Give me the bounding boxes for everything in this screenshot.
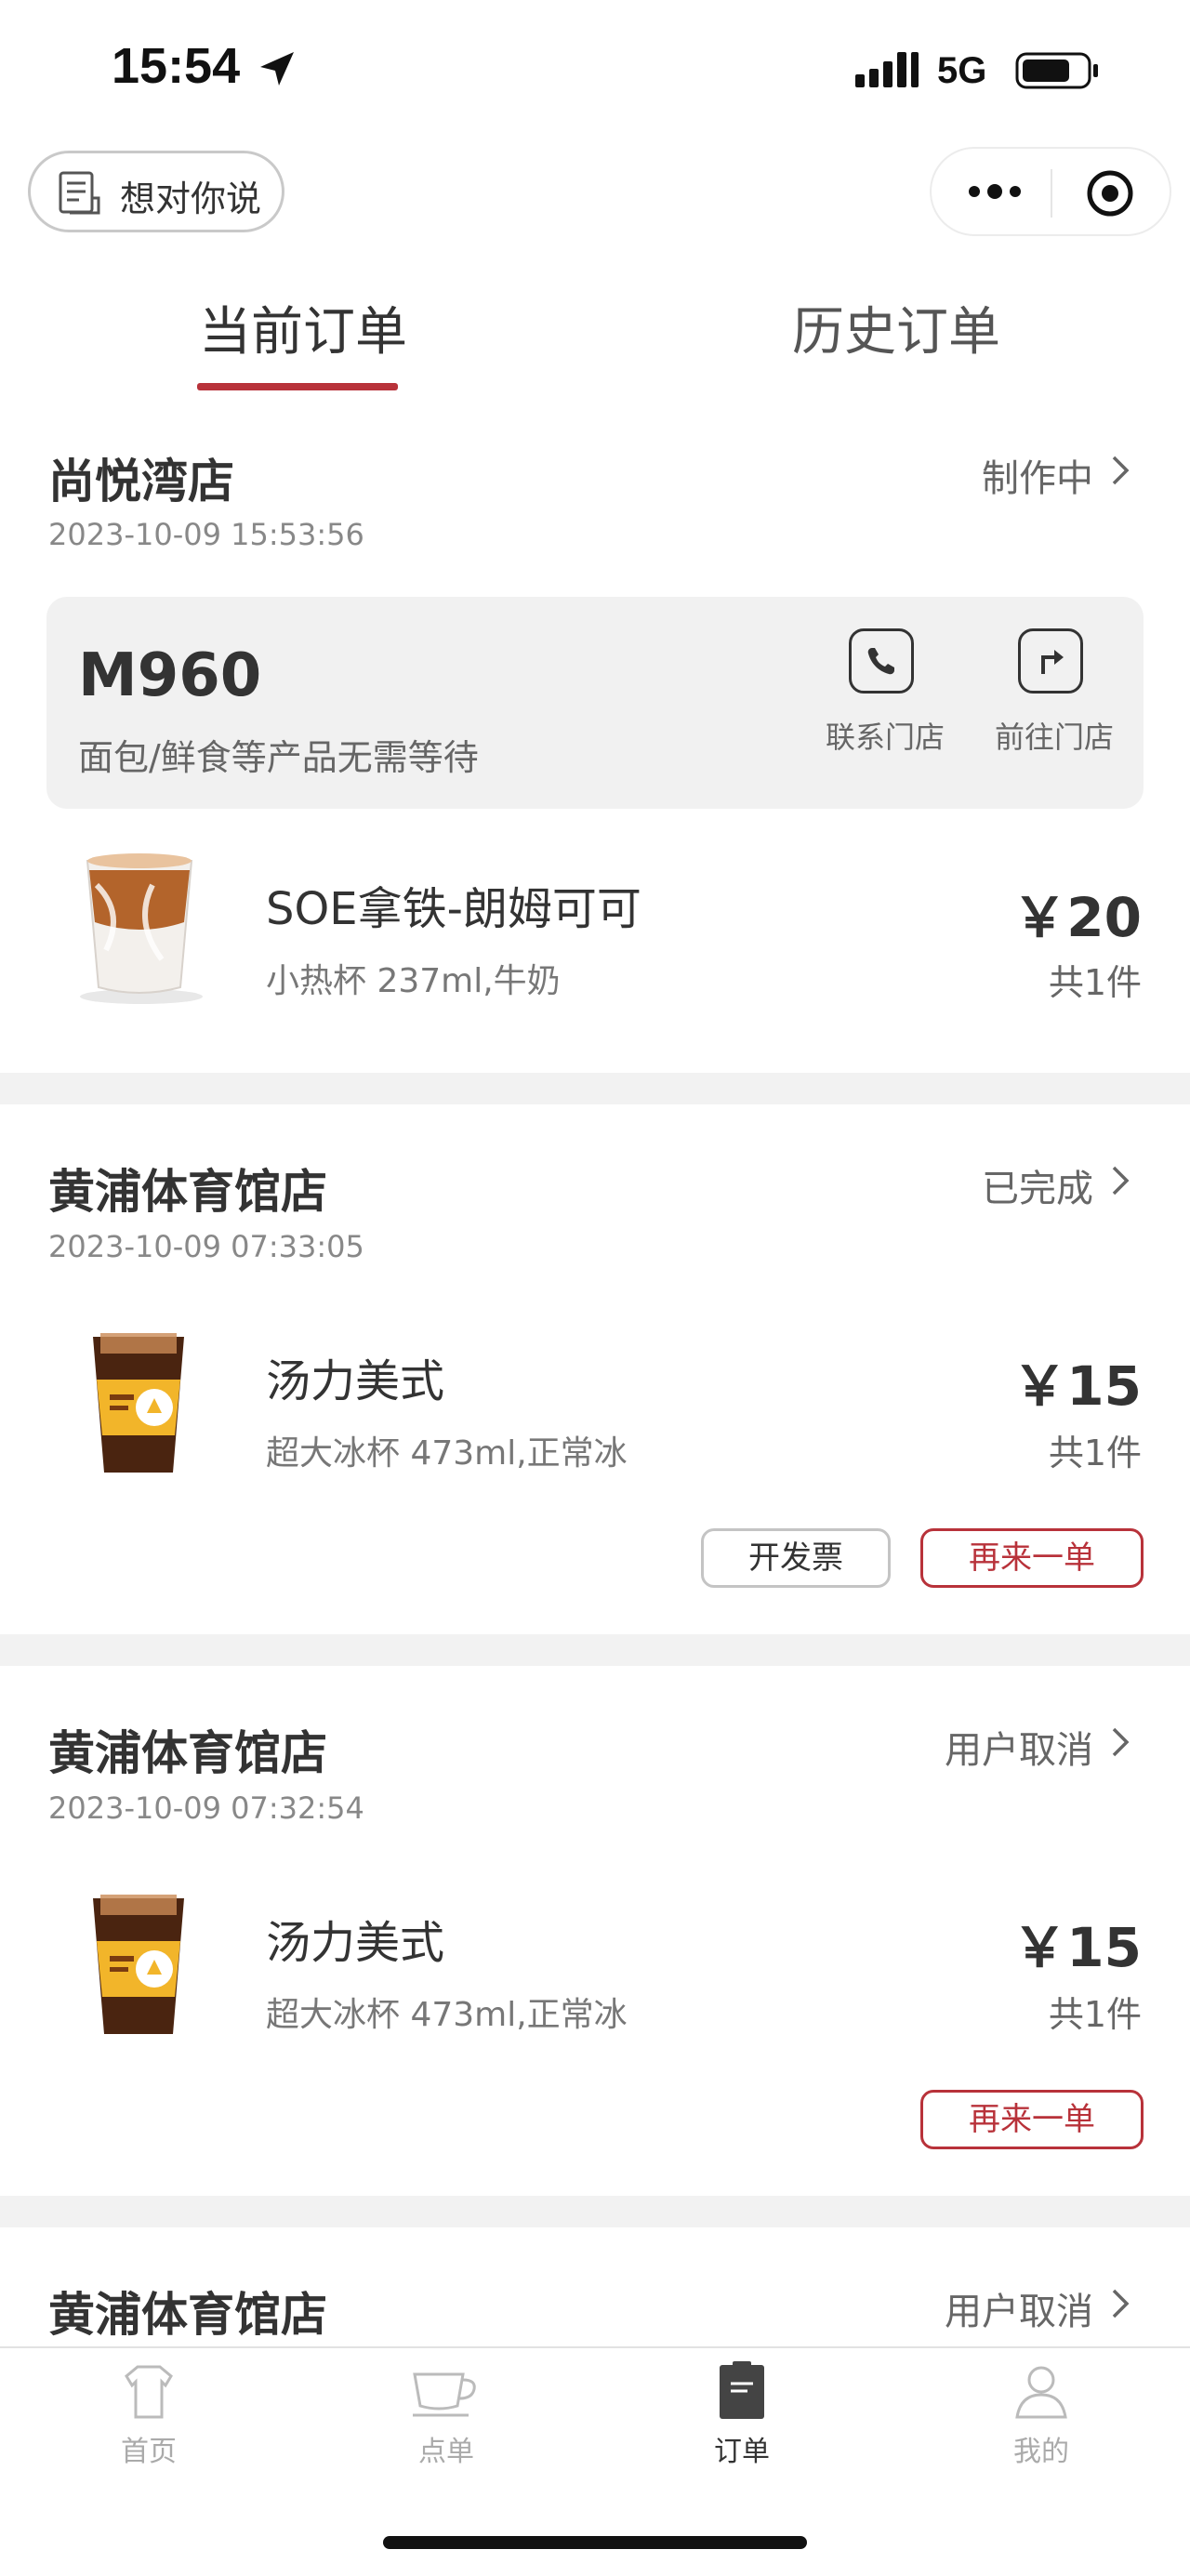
nav-label: 点单 <box>418 2436 474 2468</box>
product-price: ￥20 <box>1012 886 1142 949</box>
active-tab-indicator <box>197 383 398 390</box>
section-divider <box>0 1073 1190 1104</box>
nav-item-home[interactable]: 首页 <box>74 2361 223 2469</box>
nav-item-profile[interactable]: 我的 <box>967 2361 1116 2469</box>
message-note-icon <box>59 171 100 215</box>
product-spec: 超大冰杯 473ml,正常冰 <box>266 1996 628 2034</box>
order-datetime: 2023-10-09 07:33:05 <box>48 1229 364 1264</box>
product-quantity: 共1件 <box>1048 962 1142 1003</box>
chevron-right-icon[interactable] <box>1110 1164 1130 1197</box>
iced-americano-cup-image <box>93 1333 184 1473</box>
pickup-code-card: M960 面包/鲜食等产品无需等待 联系门店 前往门店 <box>46 597 1144 809</box>
capsule-divider <box>1051 169 1052 218</box>
tab-history-orders[interactable]: 历史订单 <box>792 290 1000 365</box>
home-indicator <box>383 2536 807 2549</box>
chevron-right-icon[interactable] <box>1110 2287 1130 2320</box>
nav-item-menu[interactable]: 点单 <box>372 2361 521 2469</box>
reorder-button[interactable]: 再来一单 <box>920 1528 1144 1588</box>
section-divider <box>0 2196 1190 2227</box>
shirt-icon <box>125 2365 173 2419</box>
order-store-name: 尚悦湾店 <box>48 455 234 509</box>
status-time: 15:54 <box>112 38 241 94</box>
product-price: ￥15 <box>1012 1916 1142 1979</box>
chevron-right-icon[interactable] <box>1110 1725 1130 1759</box>
latte-cup-image <box>80 853 203 1004</box>
tab-current-orders[interactable]: 当前订单 <box>199 290 407 365</box>
miniprogram-capsule <box>930 147 1171 236</box>
pickup-code: M960 <box>78 641 262 710</box>
go-to-store-label: 前往门店 <box>995 720 1115 755</box>
chevron-right-icon[interactable] <box>1110 454 1130 487</box>
contact-store-button[interactable]: 联系门店 <box>826 628 945 757</box>
order-status[interactable]: 制作中 <box>818 448 1093 502</box>
coffee-cup-icon <box>413 2372 476 2417</box>
order-datetime: 2023-10-09 15:53:56 <box>48 517 364 552</box>
location-arrow-icon <box>260 52 294 86</box>
phone-icon <box>867 648 894 675</box>
product-quantity: 共1件 <box>1048 1433 1142 1473</box>
order-status[interactable]: 用户取消 <box>818 1720 1093 1774</box>
order-datetime: 2023-10-09 07:32:54 <box>48 1790 364 1826</box>
more-icon[interactable] <box>965 177 1025 206</box>
section-divider <box>0 1634 1190 1666</box>
product-spec: 超大冰杯 473ml,正常冰 <box>266 1434 628 1473</box>
close-miniprogram-icon[interactable] <box>1084 167 1136 219</box>
feedback-label: 想对你说 <box>120 178 262 219</box>
pickup-note: 面包/鲜食等产品无需等待 <box>78 737 479 778</box>
reorder-button[interactable]: 再来一单 <box>920 2090 1144 2149</box>
product-price: ￥15 <box>1012 1354 1142 1418</box>
product-name: 汤力美式 <box>266 1355 445 1407</box>
product-spec: 小热杯 237ml,牛奶 <box>266 962 561 1000</box>
invoice-button[interactable]: 开发票 <box>701 1528 891 1588</box>
order-status[interactable]: 已完成 <box>818 1158 1093 1212</box>
order-store-name: 黄浦体育馆店 <box>48 1726 327 1780</box>
nav-item-orders[interactable]: 订单 <box>668 2361 816 2469</box>
order-store-name: 黄浦体育馆店 <box>48 2288 327 2342</box>
product-name: 汤力美式 <box>266 1917 445 1969</box>
order-clipboard-icon <box>720 2361 764 2419</box>
product-quantity: 共1件 <box>1048 1994 1142 2035</box>
directions-icon <box>1041 650 1064 674</box>
signal-icon <box>855 52 919 87</box>
order-store-name: 黄浦体育馆店 <box>48 1165 327 1219</box>
profile-icon <box>1015 2366 1067 2419</box>
iced-americano-cup-image <box>93 1895 184 2034</box>
nav-label: 首页 <box>121 2436 177 2468</box>
battery-icon <box>1015 52 1098 89</box>
contact-store-label: 联系门店 <box>826 720 945 755</box>
product-name: SOE拿铁-朗姆可可 <box>266 883 641 935</box>
network-type: 5G <box>937 50 987 91</box>
nav-label: 订单 <box>714 2436 770 2468</box>
go-to-store-button[interactable]: 前往门店 <box>995 628 1115 757</box>
feedback-button[interactable]: 想对你说 <box>28 151 284 232</box>
nav-label: 我的 <box>1013 2436 1069 2468</box>
order-status[interactable]: 用户取消 <box>818 2281 1093 2335</box>
